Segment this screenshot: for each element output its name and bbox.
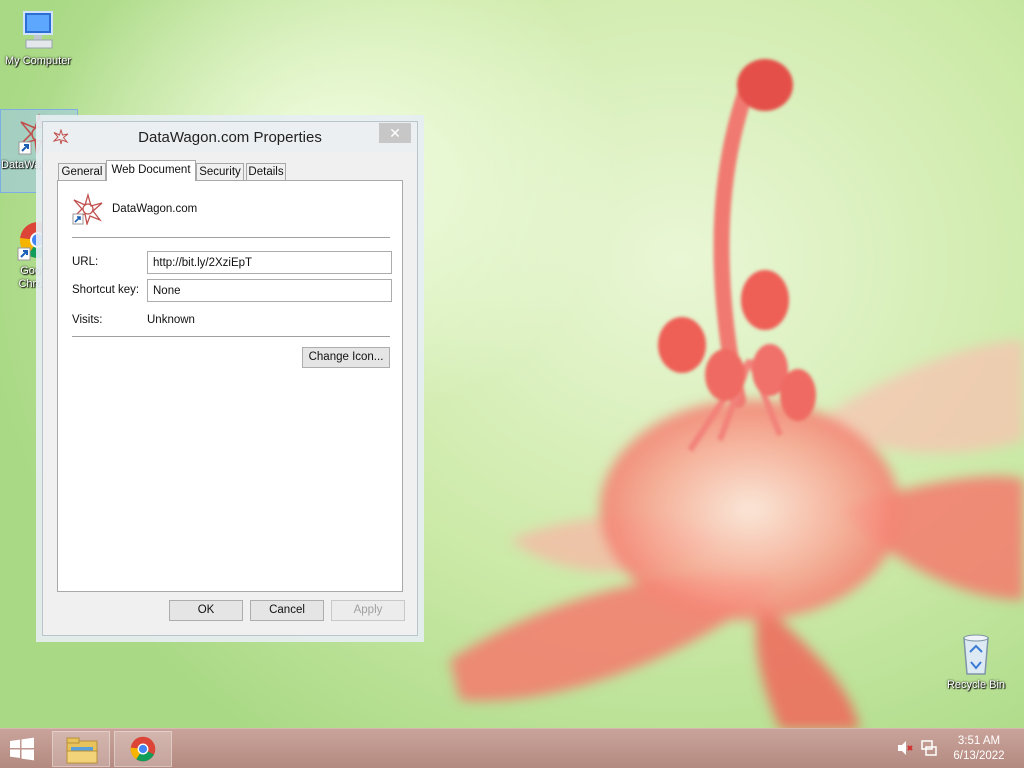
visits-label: Visits: — [72, 314, 103, 326]
tab-security[interactable]: Security — [196, 163, 244, 181]
url-label: URL: — [72, 256, 99, 268]
properties-dialog: DataWagon.com Properties ✕ General Web D… — [42, 121, 418, 636]
apply-button[interactable]: Apply — [331, 600, 405, 621]
shortcut-name: DataWagon.com — [112, 203, 198, 215]
shortcut-key-input[interactable] — [147, 279, 392, 302]
shortcut-key-label: Shortcut key: — [72, 284, 140, 296]
windows-start-icon[interactable] — [8, 737, 36, 761]
tab-label: Web Document — [111, 164, 191, 176]
web-document-panel: DataWagon.com URL: Shortcut key: Visits:… — [57, 180, 403, 592]
close-icon: ✕ — [389, 125, 401, 141]
network-icon[interactable] — [920, 739, 938, 757]
volume-muted-icon[interactable] — [896, 739, 914, 757]
desktop-icon-label: Recycle Bin — [946, 679, 1006, 691]
chrome-icon — [130, 736, 156, 762]
tab-label: General — [61, 166, 103, 178]
desktop-icon-label: My Computer — [4, 55, 72, 67]
wallpaper-flower — [450, 59, 1024, 730]
divider — [72, 237, 390, 238]
clock-time: 3:51 AM — [957, 735, 1001, 747]
dialog-titlebar[interactable]: DataWagon.com Properties ✕ — [43, 122, 417, 152]
recycle-bin-icon — [963, 634, 989, 675]
visits-value: Unknown — [147, 314, 195, 326]
taskbar-file-explorer[interactable] — [52, 731, 110, 767]
ok-button[interactable]: OK — [169, 600, 243, 621]
clock-date: 6/13/2022 — [953, 750, 1005, 762]
divider — [72, 336, 390, 337]
tab-web-document[interactable]: Web Document — [106, 160, 196, 181]
datawagon-shortcut-icon — [72, 193, 103, 225]
desktop-icon-my-computer[interactable]: My Computer — [0, 10, 76, 68]
dialog-title: DataWagon.com Properties — [138, 129, 322, 146]
tab-details[interactable]: Details — [246, 163, 286, 181]
computer-icon — [23, 11, 53, 49]
tab-label: Details — [248, 166, 284, 178]
taskbar: 3:51 AM 6/13/2022 — [0, 728, 1024, 768]
cancel-button[interactable]: Cancel — [250, 600, 324, 621]
taskbar-clock[interactable]: 3:51 AM 6/13/2022 — [944, 734, 1014, 764]
desktop-icon-recycle-bin[interactable]: Recycle Bin — [938, 632, 1014, 692]
taskbar-google-chrome[interactable] — [114, 731, 172, 767]
folder-icon — [66, 737, 98, 764]
url-input[interactable] — [147, 251, 392, 274]
close-button[interactable]: ✕ — [379, 123, 411, 143]
tab-label: Security — [199, 166, 241, 178]
change-icon-button[interactable]: Change Icon... — [302, 347, 390, 368]
tab-general[interactable]: General — [58, 163, 106, 181]
